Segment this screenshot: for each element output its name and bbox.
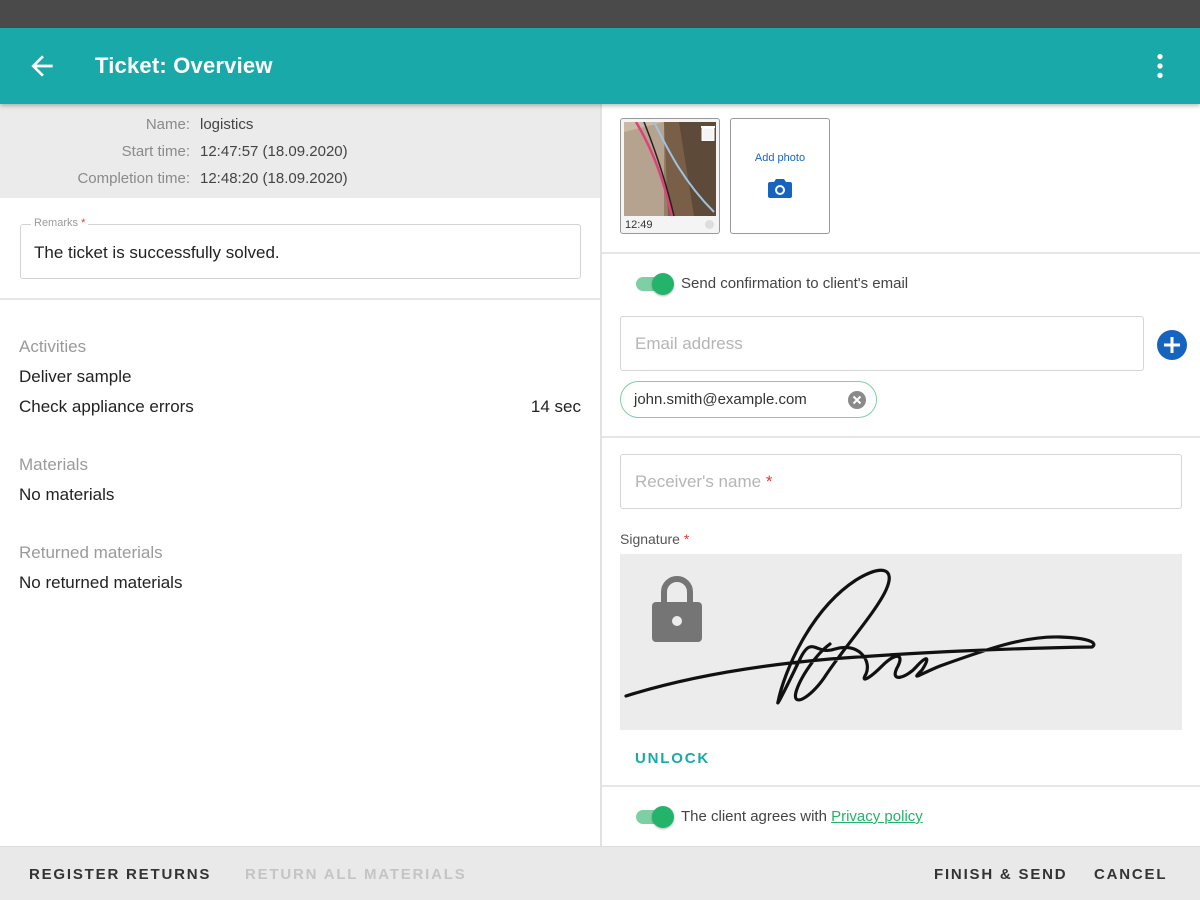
bottom-action-bar: REGISTER RETURNS RETURN ALL MATERIALS FI… — [0, 846, 1200, 900]
signature-label: Signature * — [620, 531, 690, 547]
unlock-button[interactable]: UNLOCK — [635, 750, 710, 767]
name-label: Name: — [145, 116, 190, 133]
required-mark: * — [683, 531, 690, 547]
divider — [602, 436, 1200, 438]
signature-pad[interactable] — [620, 554, 1182, 730]
privacy-label: The client agrees with Privacy policy — [681, 808, 923, 825]
remarks-value: The ticket is successfully solved. — [34, 243, 280, 262]
privacy-policy-link[interactable]: Privacy policy — [831, 808, 923, 825]
required-mark: * — [765, 472, 773, 491]
email-chip[interactable]: john.smith@example.com — [620, 381, 877, 418]
name-row: Name: logistics — [0, 116, 600, 136]
back-arrow-icon[interactable] — [26, 50, 58, 82]
divider — [602, 785, 1200, 787]
completion-time-row: Completion time: 12:48:20 (18.09.2020) — [0, 170, 600, 190]
start-time-row: Start time: 12:47:57 (18.09.2020) — [0, 143, 600, 163]
send-confirmation-label: Send confirmation to client's email — [681, 275, 909, 292]
photo-thumbnail[interactable]: 12:49 — [620, 118, 720, 234]
receiver-name-placeholder: Receiver's name * — [635, 472, 773, 491]
start-time-label: Start time: — [121, 143, 190, 160]
divider — [602, 252, 1200, 254]
ticket-details-panel: Name: logistics Start time: 12:47:57 (18… — [0, 104, 600, 846]
register-returns-button[interactable]: REGISTER RETURNS — [29, 866, 211, 883]
materials-value: No materials — [19, 485, 115, 504]
app-bar: Ticket: Overview — [0, 28, 1200, 104]
remarks-field[interactable]: Remarks * The ticket is successfully sol… — [20, 217, 581, 279]
add-photo-button[interactable]: Add photo — [730, 118, 830, 234]
activity-item: Check appliance errors — [19, 397, 194, 416]
ticket-info: Name: logistics Start time: 12:47:57 (18… — [0, 104, 600, 198]
signature-drawing — [624, 568, 1096, 705]
returned-materials-value: No returned materials — [19, 573, 183, 592]
more-vert-icon[interactable] — [1144, 50, 1176, 82]
start-time-value: 12:47:57 (18.09.2020) — [200, 143, 348, 160]
remove-chip-icon[interactable] — [848, 391, 866, 409]
photo-status-dot — [705, 220, 714, 229]
privacy-toggle[interactable] — [634, 805, 674, 828]
return-all-materials-button[interactable]: RETURN ALL MATERIALS — [245, 866, 467, 883]
completion-time-value: 12:48:20 (18.09.2020) — [200, 170, 348, 187]
email-input[interactable]: Email address — [620, 316, 1144, 371]
email-placeholder: Email address — [635, 334, 743, 353]
add-email-icon[interactable] — [1157, 330, 1187, 360]
delete-icon[interactable] — [701, 125, 715, 141]
divider — [0, 298, 600, 300]
receiver-name-input[interactable]: Receiver's name * — [620, 454, 1182, 509]
page-title: Ticket: Overview — [95, 53, 273, 78]
add-photo-label: Add photo — [754, 152, 806, 164]
status-bar — [0, 0, 1200, 28]
camera-icon — [768, 179, 792, 198]
name-value: logistics — [200, 116, 254, 133]
returned-materials-heading: Returned materials — [19, 543, 163, 562]
activities-heading: Activities — [19, 337, 87, 356]
materials-heading: Materials — [19, 455, 88, 474]
required-mark: * — [81, 217, 86, 229]
remarks-label: Remarks * — [31, 217, 89, 229]
send-confirmation-toggle[interactable] — [634, 272, 674, 295]
completion-time-label: Completion time: — [77, 170, 190, 187]
photo-time: 12:49 — [625, 219, 653, 231]
activity-duration: 14 sec — [530, 397, 581, 416]
completion-panel: 12:49 Add photo Send confirmation to cli… — [602, 104, 1200, 846]
email-chip-text: john.smith@example.com — [634, 391, 807, 408]
cancel-button[interactable]: CANCEL — [1094, 866, 1167, 883]
activity-item: Deliver sample — [19, 367, 132, 386]
lock-icon — [652, 576, 702, 642]
finish-send-button[interactable]: FINISH & SEND — [934, 866, 1067, 883]
